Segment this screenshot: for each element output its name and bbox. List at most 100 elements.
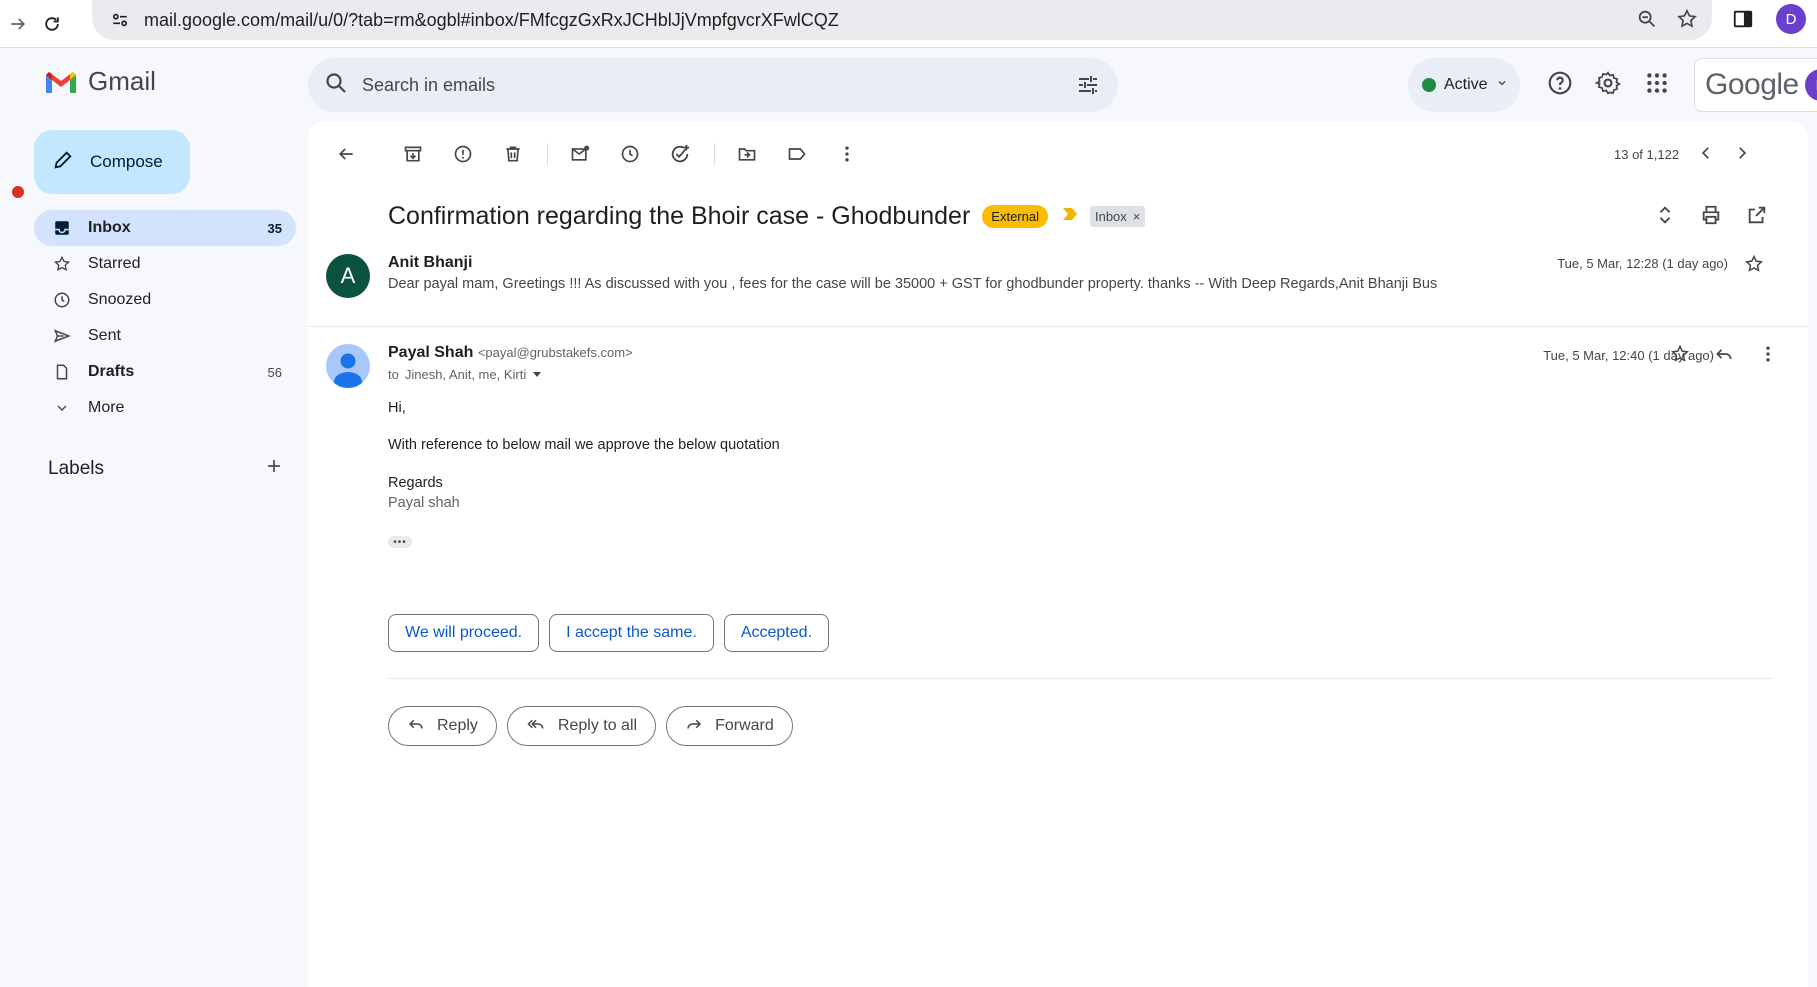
archive-icon[interactable]	[393, 134, 433, 174]
sidebar-item-label: More	[88, 399, 125, 416]
status-selector[interactable]: Active	[1408, 58, 1520, 112]
message-regards: Regards	[388, 475, 443, 491]
expand-collapse-icon[interactable]	[1654, 204, 1676, 231]
move-to-folder-icon[interactable]	[727, 134, 767, 174]
message-collapsed[interactable]: A Anit Bhanji Dear payal mam, Greetings …	[326, 250, 1776, 320]
smart-reply-button[interactable]: I accept the same.	[549, 614, 714, 652]
caret-down-icon[interactable]	[532, 367, 542, 382]
search-options-icon[interactable]	[1076, 73, 1100, 102]
reload-icon[interactable]	[34, 6, 70, 42]
sidebar-item-label: Sent	[88, 327, 121, 344]
chevron-right-icon[interactable]	[1733, 144, 1751, 165]
open-new-window-icon[interactable]	[1746, 204, 1768, 231]
browser-chrome: mail.google.com/mail/u/0/?tab=rm&ogbl#in…	[0, 0, 1817, 48]
sidebar-item-drafts[interactable]: Drafts 56	[34, 354, 296, 390]
gmail-logo[interactable]: Gmail	[44, 66, 156, 97]
print-icon[interactable]	[1700, 204, 1722, 231]
sidebar-nav: Inbox 35 Starred Snoozed Sent Drafts 56 …	[34, 210, 296, 426]
zoom-icon[interactable]	[1636, 8, 1658, 35]
message-view: 13 of 1,122 Confirmation regarding the B…	[308, 122, 1808, 987]
back-arrow-icon[interactable]	[326, 134, 366, 174]
sidebar-item-snoozed[interactable]: Snoozed	[34, 282, 296, 318]
sidebar-item-inbox[interactable]: Inbox 35	[34, 210, 296, 246]
sidebar-item-sent[interactable]: Sent	[34, 318, 296, 354]
star-icon[interactable]	[1670, 344, 1690, 369]
sidebar: Gmail Compose Inbox 35 Starred Snoozed S…	[12, 48, 308, 987]
smart-reply-button[interactable]: We will proceed.	[388, 614, 540, 652]
smart-reply-button[interactable]: Accepted.	[723, 614, 829, 652]
reply-icon[interactable]	[1714, 344, 1734, 369]
more-vertical-icon[interactable]	[827, 134, 867, 174]
site-settings-icon[interactable]	[102, 10, 138, 30]
reply-all-label: Reply to all	[557, 717, 638, 734]
url-text[interactable]: mail.google.com/mail/u/0/?tab=rm&ogbl#in…	[144, 10, 839, 31]
sidebar-item-more[interactable]: More	[34, 390, 296, 426]
status-dot	[1422, 78, 1436, 92]
labels-section: Labels	[48, 456, 284, 482]
search-input[interactable]: Search in emails	[362, 75, 495, 96]
smart-replies: We will proceed. I accept the same. Acce…	[388, 614, 829, 652]
forward-icon[interactable]	[0, 6, 36, 42]
external-badge: External	[982, 204, 1048, 228]
bookmark-star-icon[interactable]	[1676, 8, 1698, 35]
toolbar-divider	[714, 143, 715, 165]
search-icon[interactable]	[324, 71, 348, 100]
sender-email: <payal@grubstakefs.com>	[477, 345, 633, 360]
search-bar[interactable]: Search in emails	[308, 58, 1118, 112]
gmail-wordmark: Gmail	[88, 66, 156, 96]
message-greeting: Hi,	[388, 400, 406, 416]
report-spam-icon[interactable]	[443, 134, 483, 174]
recipients[interactable]: to Jinesh, Anit, me, Kirti	[388, 367, 542, 382]
compose-button[interactable]: Compose	[34, 130, 190, 194]
reply-all-button[interactable]: Reply to all	[506, 706, 657, 746]
clock-icon	[52, 290, 72, 310]
gear-icon[interactable]	[1594, 70, 1621, 101]
plus-icon[interactable]	[264, 456, 284, 482]
pencil-icon	[52, 149, 74, 176]
star-icon	[52, 254, 72, 274]
google-account-box[interactable]: Google D	[1694, 58, 1817, 112]
message-divider	[308, 326, 1808, 327]
close-icon[interactable]: ×	[1133, 209, 1141, 224]
avatar: A	[326, 254, 370, 298]
chevron-left-icon[interactable]	[1697, 144, 1715, 165]
labels-heading: Labels	[48, 458, 104, 479]
inbox-icon	[52, 218, 72, 238]
toolbar-divider	[547, 143, 548, 165]
message-snippet: Dear payal mam, Greetings !!! As discuss…	[388, 276, 1438, 292]
subject-row: Confirmation regarding the Bhoir case - …	[388, 194, 1768, 238]
importance-marker-icon[interactable]	[1062, 207, 1078, 226]
sender-name: Payal Shah	[388, 344, 474, 361]
show-trimmed-content-button[interactable]: •••	[388, 536, 412, 548]
side-panel-icon[interactable]	[1732, 8, 1754, 35]
forward-icon	[685, 715, 703, 738]
reply-button[interactable]: Reply	[388, 706, 497, 746]
reply-label: Reply	[437, 717, 478, 734]
snooze-clock-icon[interactable]	[610, 134, 650, 174]
trash-icon[interactable]	[493, 134, 533, 174]
sidebar-item-label: Drafts	[88, 363, 135, 380]
mark-unread-icon[interactable]	[560, 134, 600, 174]
star-icon[interactable]	[1744, 254, 1764, 279]
sender-block: Payal Shah <payal@grubstakefs.com>	[388, 344, 633, 362]
inbox-label-chip[interactable]: Inbox ×	[1089, 205, 1146, 227]
more-vertical-icon[interactable]	[1758, 344, 1778, 369]
browser-profile-avatar[interactable]: D	[1776, 4, 1806, 34]
help-icon[interactable]	[1547, 70, 1573, 101]
sidebar-item-starred[interactable]: Starred	[34, 246, 296, 282]
reply-divider	[388, 678, 1774, 679]
chevron-down-icon	[1496, 76, 1508, 94]
sidebar-item-label: Inbox	[88, 219, 131, 236]
label-tag-icon[interactable]	[777, 134, 817, 174]
forward-button[interactable]: Forward	[666, 706, 793, 746]
notification-dot	[12, 186, 24, 198]
avatar[interactable]: D	[1805, 69, 1817, 101]
recipients-prefix: to	[388, 367, 399, 382]
google-logo: Google	[1705, 68, 1799, 101]
add-task-icon[interactable]	[660, 134, 700, 174]
sender-name: Anit Bhanji	[388, 254, 473, 271]
apps-grid-icon[interactable]	[1644, 70, 1670, 101]
address-bar[interactable]: mail.google.com/mail/u/0/?tab=rm&ogbl#in…	[92, 0, 1712, 40]
pagination: 13 of 1,122	[1614, 134, 1751, 174]
